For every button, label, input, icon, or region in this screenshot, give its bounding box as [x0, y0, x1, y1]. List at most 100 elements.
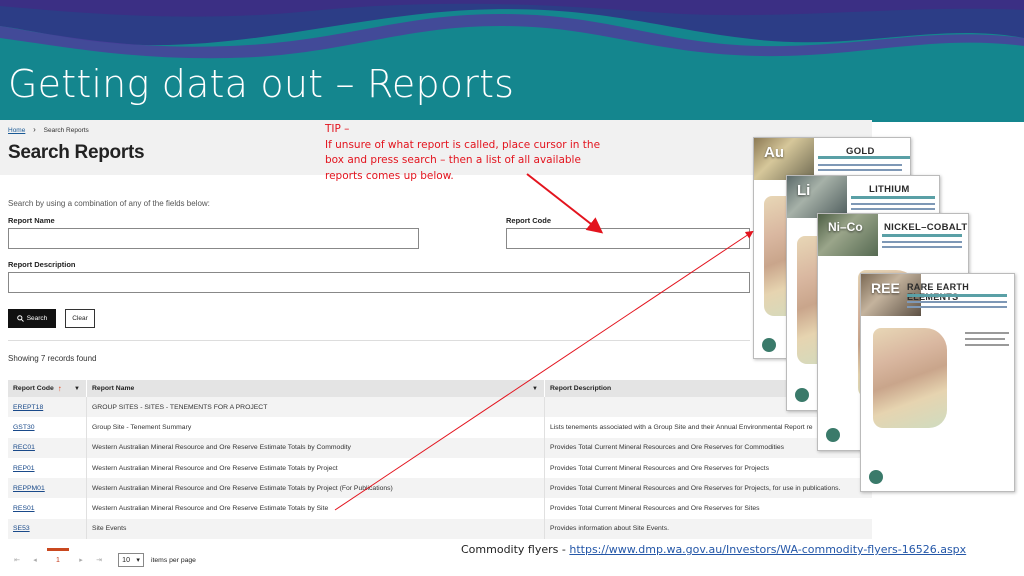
table-row[interactable]: RES01 Western Australian Mineral Resource… [8, 498, 872, 519]
flyer-rare-earth-elements: REE RARE EARTH ELEMENTS [860, 273, 1015, 492]
report-description-cell: Provides Total Current Mineral Resources… [544, 478, 872, 499]
clear-button[interactable]: Clear [65, 309, 95, 328]
flyer-text [818, 164, 902, 166]
page-title: Search Reports [8, 142, 145, 163]
filter-icon[interactable]: ▼ [532, 386, 538, 392]
report-code-label: Report Code [506, 216, 551, 225]
previous-page-button[interactable]: ◂ [26, 556, 44, 564]
sort-ascending-icon[interactable]: ↑ [58, 384, 62, 393]
tip-line: box and press search – then a list of al… [325, 154, 581, 166]
search-icon [16, 315, 24, 322]
column-header-label: Report Code [13, 385, 54, 392]
report-code-link[interactable]: REP01 [8, 458, 86, 478]
flyer-rule [907, 294, 1007, 297]
government-logo [869, 470, 883, 484]
flyer-badge: Ni–Co [818, 214, 878, 256]
flyer-title: NICKEL–COBALT [884, 222, 968, 233]
table-header: Report Code ↑ ▼ Report Name ▼ Report Des… [8, 380, 872, 397]
report-description-input[interactable] [8, 272, 750, 293]
last-page-button[interactable]: ⇥ [90, 556, 108, 564]
government-logo [762, 338, 776, 352]
first-page-button[interactable]: ⇤ [8, 556, 26, 564]
flyer-text [907, 306, 1007, 308]
flyer-map [873, 328, 947, 428]
flyer-badge: Au [754, 138, 814, 180]
filter-icon[interactable]: ▼ [74, 386, 80, 392]
column-header-label: Report Description [550, 385, 612, 392]
pagination: ⇤ ◂ 1 ▸ ⇥ 10 ▾ items per page [8, 547, 196, 572]
report-code-input[interactable] [506, 228, 750, 249]
chevron-down-icon: ▾ [136, 557, 140, 564]
flyer-rule [851, 196, 935, 199]
flyer-text [965, 338, 1005, 340]
tip-line: TIP – [325, 123, 350, 135]
caption-text: Commodity flyers - [461, 543, 570, 556]
report-code-link[interactable]: GST30 [8, 417, 86, 437]
search-hint: Search by using a combination of any of … [8, 199, 210, 208]
government-logo [795, 388, 809, 402]
government-logo [826, 428, 840, 442]
table-row[interactable]: SE53 Site Events Provides information abou… [8, 518, 872, 540]
table-body: EREPT18 GROUP SITES - SITES - TENEMENTS F… [8, 397, 872, 540]
report-code-link[interactable]: REPPM01 [8, 478, 86, 498]
table-row[interactable]: REP01 Western Australian Mineral Resource… [8, 457, 872, 479]
page-size-value: 10 [122, 556, 130, 564]
search-button-label: Search [26, 315, 48, 322]
breadcrumb: Home › Search Reports [8, 125, 89, 134]
table-row[interactable]: REC01 Western Australian Mineral Resource… [8, 437, 872, 458]
report-description-cell: Provides Total Current Mineral Resources… [544, 457, 872, 479]
items-per-page-label: items per page [151, 556, 196, 564]
flyer-title: LITHIUM [869, 184, 910, 195]
tip-line: If unsure of what report is called, plac… [325, 138, 601, 151]
report-name-cell: Western Australian Mineral Resource and … [86, 478, 544, 499]
column-header-report-name[interactable]: Report Name ▼ [86, 380, 544, 397]
records-count: Showing 7 records found [8, 354, 97, 363]
report-name-cell: Site Events [86, 518, 544, 540]
report-code-link[interactable]: EREPT18 [8, 397, 86, 417]
search-button[interactable]: Search [8, 309, 56, 328]
flyer-title: RARE EARTH ELEMENTS [907, 282, 970, 302]
flyer-rule [882, 234, 962, 237]
report-description-cell: Provides information about Site Events. [544, 518, 872, 540]
report-code-link[interactable]: SE53 [8, 519, 86, 539]
page-size-select[interactable]: 10 ▾ [118, 553, 144, 567]
flyers-caption: Commodity flyers - https://www.dmp.wa.go… [461, 543, 966, 556]
flyer-text [882, 241, 962, 243]
flyers-link[interactable]: https://www.dmp.wa.gov.au/Investors/WA-c… [569, 543, 966, 556]
report-code-link[interactable]: RES01 [8, 498, 86, 518]
flyer-text [851, 208, 935, 210]
tip-note: TIP – If unsure of what report is called… [325, 122, 600, 184]
flyer-badge: Li [787, 176, 847, 218]
report-name-cell: GROUP SITES - SITES - TENEMENTS FOR A PR… [86, 397, 544, 418]
report-search-screenshot: Home › Search Reports Search Reports Sea… [0, 120, 872, 576]
flyer-text [818, 169, 902, 171]
slide-title: Getting data out – Reports [8, 62, 515, 106]
flyer-text [851, 203, 935, 205]
column-header-report-code[interactable]: Report Code ↑ ▼ [8, 380, 86, 397]
flyer-text [882, 246, 962, 248]
table-row[interactable]: REPPM01 Western Australian Mineral Resour… [8, 478, 872, 499]
chevron-right-icon: › [33, 125, 36, 134]
reports-table: Report Code ↑ ▼ Report Name ▼ Report Des… [8, 380, 872, 540]
report-name-cell: Western Australian Mineral Resource and … [86, 437, 544, 458]
flyer-text [965, 344, 1009, 346]
table-row[interactable]: GST30 Group Site - Tenement Summary Lists … [8, 417, 872, 438]
breadcrumb-home-link[interactable]: Home [8, 127, 25, 134]
tip-line: reports comes up below. [325, 169, 454, 182]
report-name-label: Report Name [8, 216, 55, 225]
current-page[interactable]: 1 [44, 547, 72, 564]
column-header-label: Report Name [92, 385, 135, 392]
flyer-text [907, 301, 1007, 303]
breadcrumb-current: Search Reports [43, 127, 89, 134]
report-description-label: Report Description [8, 260, 76, 269]
report-description-cell: Provides Total Current Mineral Resources… [544, 498, 872, 519]
slide: Getting data out – Reports Home › Search… [0, 0, 1024, 576]
table-row[interactable]: EREPT18 GROUP SITES - SITES - TENEMENTS F… [8, 397, 872, 418]
flyer-text [965, 332, 1009, 334]
next-page-button[interactable]: ▸ [72, 556, 90, 564]
report-name-cell: Western Australian Mineral Resource and … [86, 457, 544, 479]
divider [8, 340, 750, 341]
report-name-input[interactable] [8, 228, 419, 249]
flyer-rule [818, 156, 910, 159]
report-code-link[interactable]: REC01 [8, 438, 86, 458]
